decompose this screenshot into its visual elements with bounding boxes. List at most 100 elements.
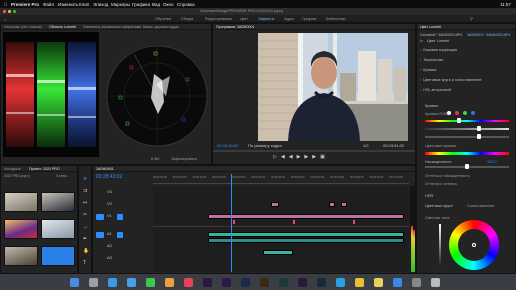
tracks-area[interactable] <box>153 174 409 272</box>
track-label-a3[interactable]: A3 <box>107 256 112 260</box>
v1-target-toggle[interactable] <box>117 214 123 220</box>
step-forward-icon[interactable]: ▶▶ <box>304 154 320 160</box>
playhead[interactable] <box>231 174 232 272</box>
workspace-tab-audio[interactable]: Аудио <box>284 17 294 21</box>
pen-tool-icon[interactable]: ✒ <box>83 236 87 242</box>
finder-icon[interactable] <box>70 278 79 287</box>
transport-controls[interactable]: ▷◀◀▶▶▶▣ <box>273 154 329 160</box>
settings-icon[interactable] <box>412 278 421 287</box>
hue-bar[interactable] <box>425 152 509 155</box>
section-curves[interactable]: › Кривые <box>420 68 437 72</box>
premiere-icon[interactable] <box>203 278 212 287</box>
workspace-tab-learning[interactable]: Обучение <box>155 17 171 21</box>
track-label-a1[interactable]: A1 <box>107 232 112 236</box>
minimize-window-button[interactable] <box>8 10 11 13</box>
project-item-thumbnail[interactable] <box>41 219 75 239</box>
highlights-color-wheel[interactable] <box>449 220 499 270</box>
trash-icon[interactable] <box>431 278 440 287</box>
workspace-tab-assembly[interactable]: Сборка <box>181 17 193 21</box>
time-ruler[interactable]: 00:00:00:00 00:00:05:00 00:00:10:00 00:00:1… <box>153 175 409 184</box>
tab-audio-mixer[interactable]: Микш. дорожки аудио <box>143 25 179 29</box>
menu-view[interactable]: Вид <box>152 2 160 7</box>
lightroom-icon[interactable] <box>317 278 326 287</box>
sat-slider[interactable] <box>425 128 509 130</box>
track-label-v3[interactable]: V3 <box>107 190 112 194</box>
safari-icon[interactable] <box>108 278 117 287</box>
workspace-tab-color[interactable]: Цвет <box>240 17 248 21</box>
after-effects-icon[interactable] <box>222 278 231 287</box>
chrome-icon[interactable] <box>355 278 364 287</box>
hdr-checkbox[interactable]: HDR <box>425 194 433 198</box>
fit-select[interactable]: По размеру кадра <box>248 144 282 148</box>
video-clip[interactable] <box>341 202 347 207</box>
menu-window[interactable]: Окно <box>163 2 173 7</box>
photos-icon[interactable] <box>165 278 174 287</box>
clamp-signal-checkbox[interactable]: Зафиксировать <box>171 157 197 162</box>
project-item-thumbnail[interactable] <box>41 192 75 212</box>
workspace-tab-graphics[interactable]: Графика <box>302 17 316 21</box>
project-item-thumbnail[interactable] <box>4 219 38 239</box>
mark-in-button[interactable]: ▷ <box>273 154 281 160</box>
match-button[interactable]: Сопоставление <box>467 204 494 208</box>
luma-slider[interactable] <box>425 136 509 138</box>
apple-icon[interactable]:  <box>4 2 7 7</box>
menu-file[interactable]: Файл <box>43 2 54 7</box>
green-channel-button[interactable] <box>463 111 467 115</box>
menu-graphics[interactable]: Графика <box>132 2 150 7</box>
blue-channel-button[interactable] <box>471 111 475 115</box>
tab-lumetri-color[interactable]: Цвет Lumetri <box>420 25 441 29</box>
audition-icon[interactable] <box>279 278 288 287</box>
marker[interactable] <box>293 220 295 224</box>
tab-effect-controls[interactable]: Элементы управления эффектами <box>83 25 141 29</box>
workspace-tab-libraries[interactable]: Библиотеки <box>326 17 345 21</box>
photoshop-icon[interactable] <box>241 278 250 287</box>
audio-clip-secondary[interactable] <box>208 238 404 243</box>
track-select-tool-icon[interactable]: ⇉ <box>83 188 87 194</box>
search-icon[interactable]: ⚲ <box>470 16 473 21</box>
tab-sequence[interactable]: 3А0Ж0001 <box>96 167 114 171</box>
project-item-thumbnail[interactable] <box>4 192 38 212</box>
audio-clip[interactable] <box>263 250 293 255</box>
menu-help[interactable]: Справка <box>177 2 195 7</box>
illustrator-icon[interactable] <box>260 278 269 287</box>
workspace-tab-editing[interactable]: Редактирование <box>205 17 232 21</box>
selection-tool-icon[interactable]: ➤ <box>83 176 87 182</box>
tab-project[interactable]: Проект: 2020 PRO <box>29 167 60 171</box>
notes-icon[interactable] <box>374 278 383 287</box>
workspace-tab-effects[interactable]: Эффекты <box>258 17 274 21</box>
media-encoder-icon[interactable] <box>298 278 307 287</box>
hand-tool-icon[interactable]: ✋ <box>83 248 89 254</box>
slip-tool-icon[interactable]: ↔ <box>83 224 88 230</box>
program-scrubber[interactable] <box>213 150 415 152</box>
menu-clip[interactable]: Клип <box>79 2 89 7</box>
export-frame-icon[interactable]: ▣ <box>320 154 329 160</box>
menu-sequence[interactable]: Эпизод <box>93 2 108 7</box>
marker[interactable] <box>233 220 235 224</box>
color-wheel-puck[interactable] <box>472 243 476 247</box>
project-item-sequence[interactable] <box>41 246 75 266</box>
menu-app[interactable]: Premiere Pro <box>11 2 39 7</box>
messages-icon[interactable] <box>146 278 155 287</box>
zoom-window-button[interactable] <box>13 10 16 13</box>
track-label-v1[interactable]: V1 <box>107 214 112 218</box>
music-icon[interactable] <box>184 278 193 287</box>
razor-tool-icon[interactable]: ✂ <box>83 212 87 218</box>
video-clip[interactable] <box>271 202 279 207</box>
video-clip[interactable] <box>329 202 335 207</box>
saturation-slider-handle[interactable] <box>465 164 469 169</box>
saturation-value[interactable]: 100,0 <box>487 160 497 164</box>
white-channel-button[interactable] <box>447 111 451 115</box>
lumetri-clip-select[interactable]: Основной * 3А0Ж0001.MP4 <box>420 33 462 37</box>
track-label-v2[interactable]: V2 <box>107 202 112 206</box>
red-channel-button[interactable] <box>455 111 459 115</box>
section-basic[interactable]: › Базовая коррекция <box>420 48 457 52</box>
tab-source-bin[interactable]: Исходные <box>4 167 21 171</box>
app-store-icon[interactable] <box>393 278 402 287</box>
launchpad-icon[interactable] <box>89 278 98 287</box>
bit-depth-select[interactable]: 8 бит <box>151 157 160 162</box>
v1-source-patch[interactable] <box>96 214 104 220</box>
video-clip-main[interactable] <box>208 214 404 219</box>
home-icon[interactable]: ⌂ <box>4 17 6 22</box>
lumetri-sequence-select[interactable]: 3А0Ж0001 * 3А0Ж0001.MP4 <box>467 33 510 37</box>
timeline-timecode[interactable]: 00:28:43:02 <box>96 175 122 180</box>
